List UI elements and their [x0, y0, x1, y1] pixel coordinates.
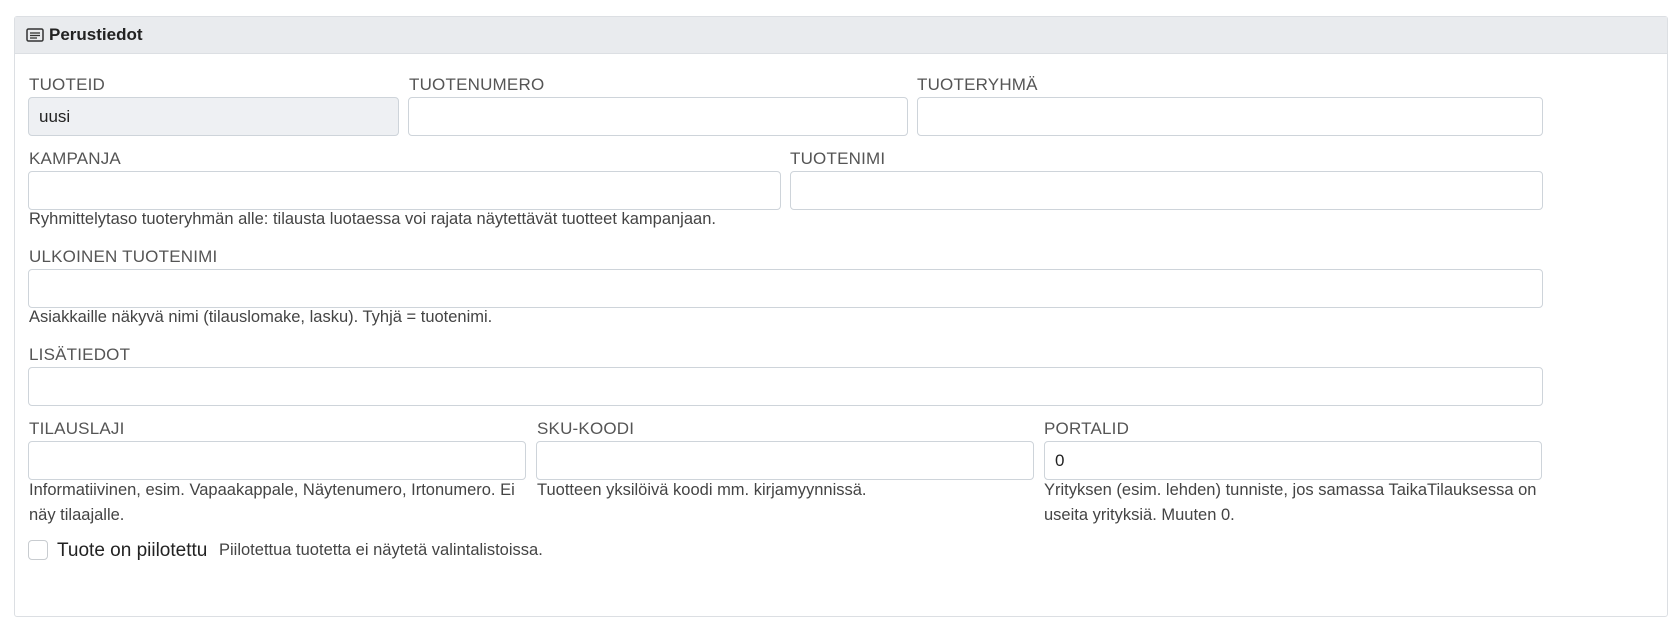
hidden-checkbox-label[interactable]: Tuote on piilotettu: [57, 540, 207, 562]
tilauslaji-label: TILAUSLAJI: [29, 419, 125, 438]
tuotenumero-input[interactable]: [408, 97, 908, 136]
hidden-checkbox-help: Piilotettua tuotetta ei näytetä valintal…: [219, 541, 543, 559]
sku-koodi-input[interactable]: [536, 441, 1034, 480]
card-header: Perustiedot: [15, 17, 1667, 54]
portalid-label: PORTALID: [1044, 419, 1130, 438]
tilauslaji-input[interactable]: [28, 441, 526, 480]
portalid-input[interactable]: [1044, 441, 1542, 480]
ulkoinen-tuotenimi-label: ULKOINEN TUOTENIMI: [29, 247, 218, 266]
lisatiedot-label: LISÄTIEDOT: [29, 345, 131, 364]
kampanja-label: KAMPANJA: [29, 149, 121, 168]
tuoteid-input[interactable]: [28, 97, 399, 136]
lisatiedot-input[interactable]: [28, 367, 1543, 406]
tuotenimi-label: TUOTENIMI: [790, 149, 886, 168]
tuotenimi-input[interactable]: [790, 171, 1543, 210]
sku-koodi-help: Tuotteen yksilöivä koodi mm. kirjamyynni…: [537, 481, 867, 499]
kampanja-input[interactable]: [28, 171, 781, 210]
list-panel-icon: [26, 28, 44, 42]
tuoteid-label: TUOTEID: [29, 75, 106, 94]
section-title: Perustiedot: [49, 25, 143, 44]
tuoteryhma-input[interactable]: [917, 97, 1543, 136]
ulkoinen-tuotenimi-help: Asiakkaille näkyvä nimi (tilauslomake, l…: [29, 308, 493, 326]
ulkoinen-tuotenimi-input[interactable]: [28, 269, 1543, 308]
sku-koodi-label: SKU-KOODI: [537, 419, 635, 438]
tuoteryhma-label: TUOTERYHMÄ: [917, 75, 1038, 94]
kampanja-help: Ryhmittelytaso tuoteryhmän alle: tilaust…: [29, 210, 716, 228]
portalid-help: Yrityksen (esim. lehden) tunniste, jos s…: [1044, 481, 1537, 524]
tilauslaji-help: Informatiivinen, esim. Vapaakappale, Näy…: [29, 481, 515, 524]
tuotenumero-label: TUOTENUMERO: [409, 75, 545, 94]
hidden-checkbox[interactable]: [28, 540, 48, 560]
